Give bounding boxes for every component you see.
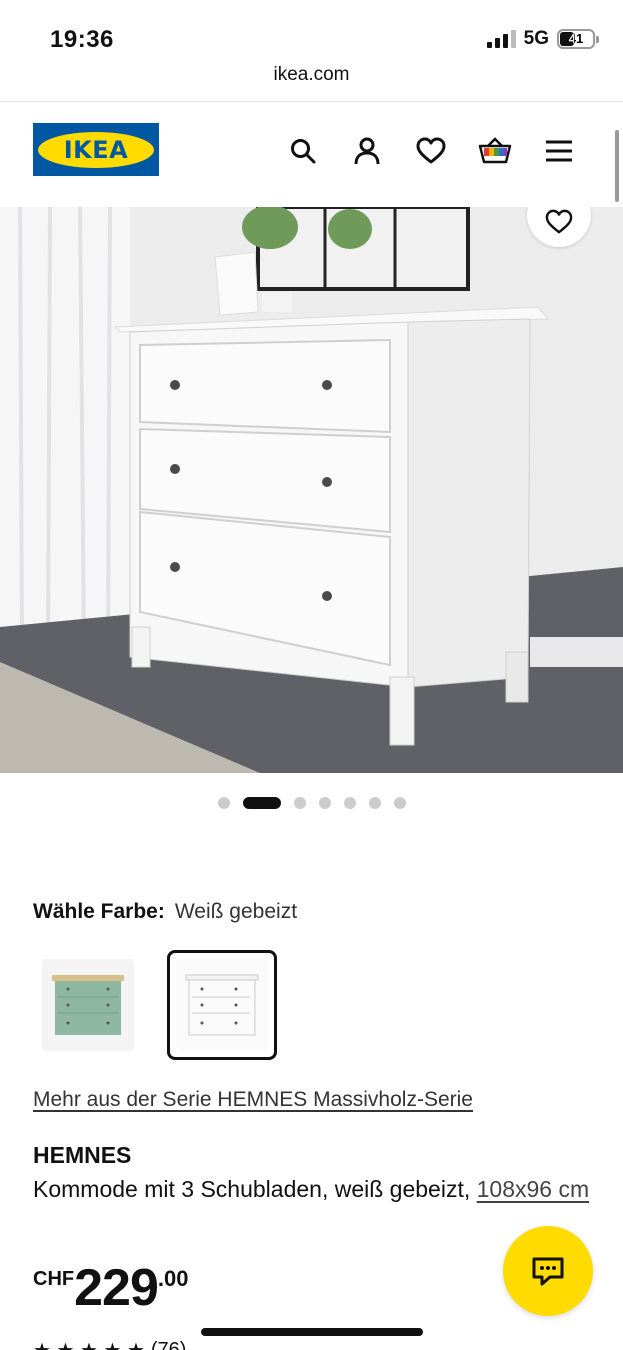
color-value: Weiß gebeizt: [174, 900, 298, 923]
product-image[interactable]: [0, 207, 623, 773]
carousel-dot[interactable]: [293, 797, 306, 809]
battery-level: 41: [568, 31, 584, 46]
product-description-text: Kommode mit 3 Schubladen, weiß gebeizt,: [33, 1176, 477, 1202]
status-bar: 19:36 5G 41: [0, 0, 623, 64]
status-time: 19:36: [50, 26, 114, 53]
white-dresser-thumb: [185, 974, 259, 1036]
search-icon[interactable]: [283, 131, 323, 171]
heart-icon: [545, 209, 573, 234]
price-decimal: .00: [157, 1266, 189, 1291]
ikea-logo[interactable]: IKEA: [33, 123, 159, 176]
swatch-white-stained[interactable]: [167, 950, 277, 1060]
series-link[interactable]: Mehr aus der Serie HEMNES Massivholz-Ser…: [33, 1088, 473, 1112]
color-label: Wähle Farbe:: [33, 900, 165, 923]
cart-icon[interactable]: [475, 131, 515, 171]
heart-icon[interactable]: [411, 131, 451, 171]
product-description: Kommode mit 3 Schubladen, weiß gebeizt, …: [33, 1173, 593, 1205]
rating-count: (76): [150, 1339, 187, 1350]
chat-icon: [532, 1257, 564, 1286]
rating-stars-icon: ★ ★ ★ ★ ★: [33, 1338, 145, 1350]
carousel-dot[interactable]: [393, 797, 406, 809]
home-indicator: [201, 1328, 423, 1336]
battery-icon: 41: [557, 29, 599, 49]
product-price: CHF 229 .00: [33, 1262, 188, 1314]
network-label: 5G: [523, 28, 549, 49]
logo-text: IKEA: [63, 135, 129, 164]
product-size-link[interactable]: 108x96 cm: [477, 1176, 590, 1202]
url-bar[interactable]: ikea.com: [0, 64, 623, 102]
swatch-green[interactable]: [33, 950, 143, 1060]
color-swatches: [33, 950, 277, 1060]
site-header: IKEA: [0, 103, 623, 207]
user-icon[interactable]: [347, 131, 387, 171]
url-text: ikea.com: [273, 64, 350, 85]
product-name: HEMNES: [33, 1142, 132, 1168]
carousel-dot[interactable]: [217, 797, 230, 809]
price-currency: CHF: [33, 1268, 75, 1290]
scroll-indicator: [615, 130, 619, 202]
carousel-dot[interactable]: [242, 797, 281, 809]
menu-icon[interactable]: [539, 131, 579, 171]
carousel-dot[interactable]: [343, 797, 356, 809]
green-dresser-thumb: [52, 975, 124, 1035]
carousel-dot[interactable]: [368, 797, 381, 809]
chat-button[interactable]: [503, 1226, 593, 1316]
carousel-dots: [0, 797, 623, 809]
price-main: 229: [74, 1259, 159, 1317]
color-selector-label: Wähle Farbe: Weiß gebeizt: [33, 900, 297, 924]
product-rating[interactable]: ★ ★ ★ ★ ★ (76): [33, 1338, 186, 1350]
carousel-dot[interactable]: [318, 797, 331, 809]
dresser-photo: [0, 207, 623, 773]
signal-icon: [486, 30, 516, 48]
